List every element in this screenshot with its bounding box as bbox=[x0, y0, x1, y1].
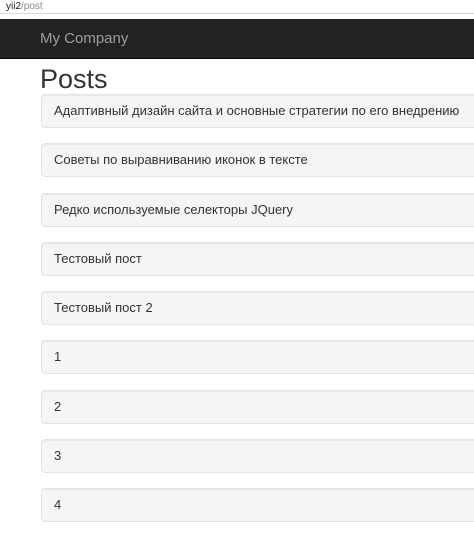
address-host: yii2 bbox=[6, 1, 22, 12]
post-item[interactable]: 1 bbox=[41, 340, 474, 375]
address-bar[interactable]: yii2/post bbox=[0, 0, 474, 14]
post-item[interactable]: Адаптивный дизайн сайта и основные страт… bbox=[41, 94, 474, 128]
post-item[interactable]: Редко используемые селекторы JQuery bbox=[41, 192, 474, 227]
address-path: /post bbox=[21, 1, 43, 12]
post-item[interactable]: Тестовый пост bbox=[41, 241, 474, 276]
brand-link[interactable]: My Company bbox=[40, 29, 128, 49]
post-item[interactable]: Советы по выравниванию иконок в тексте bbox=[41, 143, 474, 178]
navbar: My Company bbox=[0, 19, 474, 59]
post-item[interactable]: 2 bbox=[41, 389, 474, 424]
post-item[interactable]: Тестовый пост 2 bbox=[41, 291, 474, 326]
post-item[interactable]: 3 bbox=[41, 439, 474, 474]
post-item[interactable]: 4 bbox=[41, 488, 474, 523]
post-list: Адаптивный дизайн сайта и основные страт… bbox=[41, 94, 474, 538]
page-title: Posts bbox=[40, 64, 108, 94]
